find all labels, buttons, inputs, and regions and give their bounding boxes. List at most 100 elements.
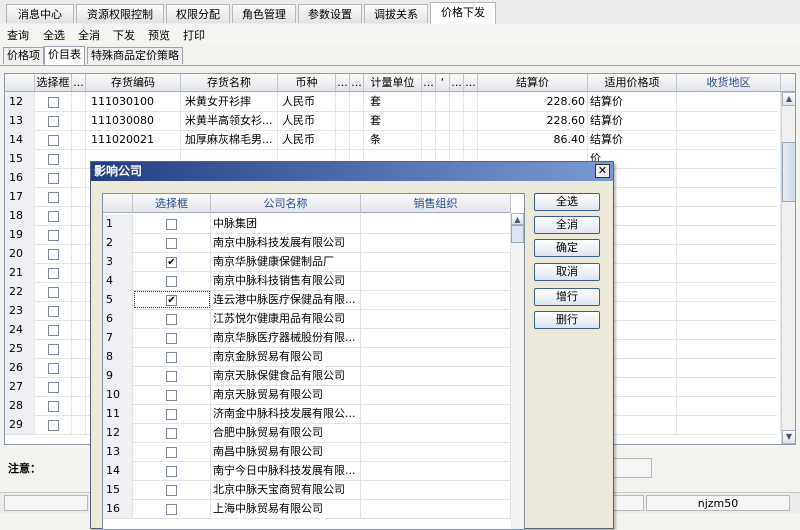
checkbox[interactable]	[166, 218, 177, 230]
row-checkbox[interactable]	[35, 187, 72, 206]
unit-cell[interactable]: 套	[364, 92, 422, 111]
row-checkbox[interactable]	[35, 225, 72, 244]
scroll-up-icon[interactable]: ▲	[782, 92, 795, 106]
row-checkbox[interactable]	[133, 328, 211, 347]
sales-org-cell[interactable]	[361, 233, 511, 252]
sales-org-cell[interactable]	[361, 328, 511, 347]
row-checkbox[interactable]	[35, 396, 72, 415]
list-item[interactable]: 5 ✔ 连云港中脉医疗保健品有限...	[103, 290, 511, 310]
sales-org-cell[interactable]	[361, 423, 511, 442]
select-all-button[interactable]: 全选	[43, 27, 65, 43]
scrollbar-thumb[interactable]	[511, 225, 524, 243]
company-name-cell[interactable]: 南昌中脉贸易有限公司	[211, 442, 361, 461]
header-ellipsis[interactable]: ...	[336, 74, 350, 91]
sales-org-cell[interactable]	[361, 461, 511, 480]
row-checkbox[interactable]	[35, 415, 72, 434]
distribute-button[interactable]: 下发	[113, 27, 135, 43]
company-name-cell[interactable]: 南京华脉健康保健制品厂	[211, 252, 361, 271]
price-item-cell[interactable]: 结算价	[588, 92, 677, 111]
row-checkbox[interactable]	[35, 111, 72, 130]
list-item[interactable]: 13 南昌中脉贸易有限公司	[103, 442, 511, 462]
price-item-cell[interactable]: 结算价	[588, 130, 677, 149]
header-unit[interactable]: 计量单位	[364, 74, 422, 91]
header-company-name[interactable]: 公司名称	[211, 194, 361, 213]
row-checkbox[interactable]	[133, 499, 211, 518]
sales-org-cell[interactable]	[361, 252, 511, 271]
select-all-button[interactable]: 全选	[534, 193, 600, 211]
list-item[interactable]: 16 上海中脉贸易有限公司	[103, 499, 511, 519]
header-ellipsis[interactable]: ...	[422, 74, 436, 91]
deselect-all-button[interactable]: 全消	[534, 216, 600, 234]
tab-price-distribution[interactable]: 价格下发	[430, 2, 496, 24]
table-row[interactable]: 12 111030100 米黄女开衫摔 人民币 套 228.60 结算价	[5, 92, 781, 112]
company-name-cell[interactable]: 江苏悦尔健康用品有限公司	[211, 309, 361, 328]
row-checkbox[interactable]	[35, 358, 72, 377]
tab-resource-permission[interactable]: 资源权限控制	[76, 4, 164, 23]
checkbox[interactable]	[47, 229, 59, 241]
add-row-button[interactable]: 增行	[534, 288, 600, 306]
header-select[interactable]: 选择框	[133, 194, 211, 213]
checkbox[interactable]	[166, 484, 177, 496]
checkbox[interactable]	[47, 324, 59, 336]
row-checkbox[interactable]	[35, 377, 72, 396]
unit-cell[interactable]: 套	[364, 111, 422, 130]
row-checkbox[interactable]	[35, 263, 72, 282]
company-name-cell[interactable]: 济南金中脉科技发展有限公...	[211, 404, 361, 423]
header-sales-org[interactable]: 销售组织	[361, 194, 511, 213]
deselect-all-button[interactable]: 全消	[78, 27, 100, 43]
row-checkbox[interactable]	[35, 320, 72, 339]
tab-price-item[interactable]: 价格项	[3, 47, 44, 64]
company-name-cell[interactable]: 上海中脉贸易有限公司	[211, 499, 361, 518]
stock-code-cell[interactable]: 111020021	[86, 130, 181, 149]
sales-org-cell[interactable]	[361, 271, 511, 290]
table-row[interactable]: 14 111020021 加厚麻灰棉毛男... 人民币 条 86.40 结算价	[5, 130, 781, 150]
row-checkbox[interactable]	[133, 309, 211, 328]
stock-name-cell[interactable]: 米黄半高领女衫...	[181, 111, 278, 130]
sales-org-cell[interactable]	[361, 499, 511, 518]
dialog-scrollbar[interactable]: ▲	[511, 213, 524, 529]
row-checkbox[interactable]	[133, 214, 211, 233]
header-unit-prefix[interactable]: ‘	[436, 74, 450, 91]
stock-name-cell[interactable]: 米黄女开衫摔	[181, 92, 278, 111]
print-button[interactable]: 打印	[183, 27, 205, 43]
checkbox[interactable]	[166, 503, 177, 515]
sales-org-cell[interactable]	[361, 385, 511, 404]
header-stock-name[interactable]: 存货名称	[181, 74, 278, 91]
list-item[interactable]: 1 中脉集团	[103, 214, 511, 234]
list-item[interactable]: 2 南京中脉科技发展有限公司	[103, 233, 511, 253]
confirm-button[interactable]: 确定	[534, 239, 600, 257]
checkbox[interactable]	[166, 237, 177, 249]
close-icon[interactable]: ✕	[595, 164, 610, 178]
company-name-cell[interactable]: 合肥中脉贸易有限公司	[211, 423, 361, 442]
header-currency[interactable]: 币种	[278, 74, 336, 91]
company-name-cell[interactable]: 中脉集团	[211, 214, 361, 233]
company-name-cell[interactable]: 南京中脉科技销售有限公司	[211, 271, 361, 290]
header-ellipsis[interactable]: ...	[450, 74, 464, 91]
list-item[interactable]: 6 江苏悦尔健康用品有限公司	[103, 309, 511, 329]
checkbox[interactable]	[47, 267, 59, 279]
row-checkbox[interactable]	[133, 271, 211, 290]
query-button[interactable]: 查询	[7, 27, 29, 43]
tab-transfer-relation[interactable]: 调拔关系	[364, 4, 428, 23]
row-checkbox[interactable]	[35, 301, 72, 320]
checkbox[interactable]	[166, 446, 177, 458]
scrollbar-thumb[interactable]	[782, 142, 795, 202]
header-ellipsis[interactable]: ...	[350, 74, 364, 91]
row-checkbox[interactable]: ✔	[133, 252, 211, 271]
company-name-cell[interactable]: 南京金脉贸易有限公司	[211, 347, 361, 366]
company-name-cell[interactable]: 连云港中脉医疗保健品有限...	[211, 290, 361, 309]
vertical-scrollbar[interactable]: ▲ ▼	[781, 92, 795, 444]
tab-parameter-settings[interactable]: 参数设置	[298, 4, 362, 23]
checkbox[interactable]	[166, 275, 177, 287]
row-checkbox[interactable]	[35, 244, 72, 263]
checkbox[interactable]	[166, 427, 177, 439]
table-row[interactable]: 13 111030080 米黄半高领女衫... 人民币 套 228.60 结算价	[5, 111, 781, 131]
settlement-price-cell[interactable]: 228.60	[478, 92, 588, 111]
header-select[interactable]: 选择框	[35, 74, 72, 91]
sales-org-cell[interactable]	[361, 480, 511, 499]
settlement-price-cell[interactable]: 86.40	[478, 130, 588, 149]
sales-org-cell[interactable]	[361, 290, 511, 309]
row-checkbox[interactable]	[133, 347, 211, 366]
header-settlement-price[interactable]: 结算价	[478, 74, 588, 91]
list-item[interactable]: 15 北京中脉天宝商贸有限公司	[103, 480, 511, 500]
